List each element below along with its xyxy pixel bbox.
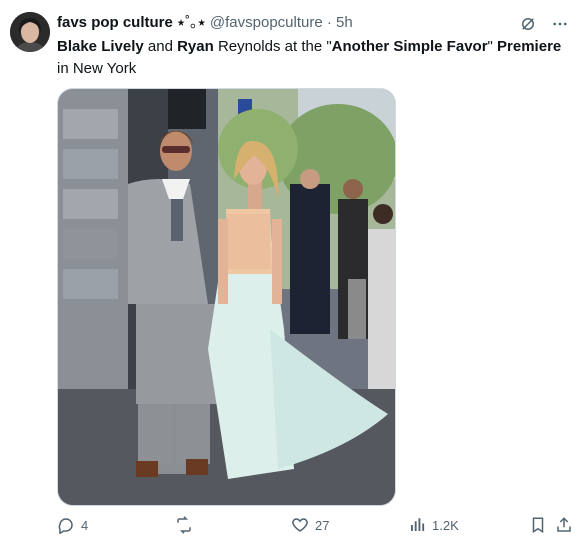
tweet-actions: 4 27 1.2K [57, 516, 571, 540]
header-actions [518, 14, 570, 34]
bookmark-icon [532, 517, 544, 534]
views-button[interactable]: 1.2K [408, 516, 459, 534]
author-handle[interactable]: @favspopculture [210, 14, 323, 31]
tweet-text-segment: " [487, 38, 498, 55]
tweet-timestamp[interactable]: 5h [336, 14, 353, 31]
like-button[interactable]: 27 [291, 516, 329, 534]
view-count: 1.2K [432, 517, 459, 533]
tweet-text-segment: Reynolds at the " [213, 38, 332, 55]
bookmark-button[interactable] [529, 516, 547, 534]
share-icon [557, 517, 571, 532]
share-button[interactable] [555, 516, 573, 534]
heart-icon [292, 518, 308, 532]
grok-icon[interactable] [518, 14, 538, 34]
reply-count: 4 [81, 517, 89, 533]
tweet-post[interactable]: favs pop culture ⭑˚｡⭑ @favspopculture · … [0, 0, 578, 553]
tweet-text-segment: Premiere [497, 38, 562, 55]
more-options-icon[interactable] [550, 14, 570, 34]
tweet-text-segment: Ryan [177, 38, 214, 55]
tweet-text: Blake Lively and Ryan Reynolds at the "A… [57, 36, 569, 80]
reply-icon [58, 518, 73, 534]
tweet-text-segment: Blake Lively [57, 38, 144, 55]
reply-button[interactable]: 4 [57, 516, 88, 534]
author-name-decoration: ⭑˚｡⭑ [177, 14, 206, 31]
tweet-photo[interactable] [57, 88, 396, 506]
tweet-text-segment: Another Simple Favor [331, 38, 488, 55]
time-separator: · [326, 14, 332, 31]
retweet-button[interactable] [175, 516, 199, 534]
author-avatar[interactable] [10, 12, 50, 52]
views-icon [411, 518, 425, 531]
like-count: 27 [315, 517, 330, 533]
tweet-text-segment: and [143, 38, 178, 55]
tweet-text-segment: in New York [57, 60, 137, 77]
author-display-name[interactable]: favs pop culture [57, 14, 173, 31]
tweet-header: favs pop culture ⭑˚｡⭑ @favspopculture · … [57, 14, 538, 32]
retweet-icon [177, 516, 191, 534]
